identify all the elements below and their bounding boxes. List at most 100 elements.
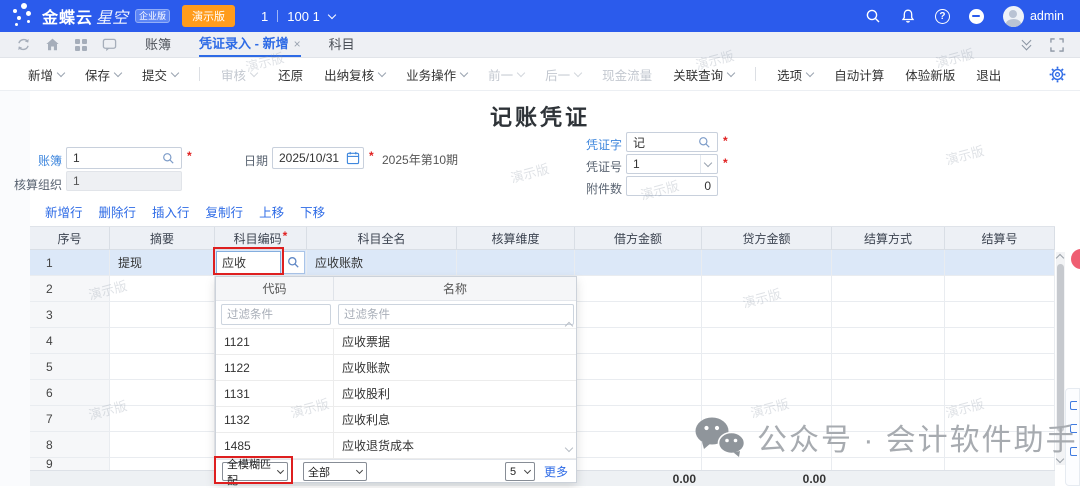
collapse-toolbar-icon[interactable] xyxy=(1023,40,1030,49)
copy-row-link[interactable]: 复制行 xyxy=(206,202,244,221)
grid-cell[interactable] xyxy=(832,458,945,470)
voucher-word-field[interactable]: 记 xyxy=(626,132,718,152)
picker-item[interactable]: 1132应收利息 xyxy=(216,407,576,433)
book-field[interactable]: 1 xyxy=(66,147,182,169)
debit-cell[interactable] xyxy=(575,250,702,275)
toolbar-item[interactable]: 自动计算 xyxy=(834,65,884,84)
code-filter-input[interactable] xyxy=(221,304,331,325)
toolbar-item[interactable]: 选项 xyxy=(777,65,813,84)
scroll-down-icon[interactable] xyxy=(1056,455,1064,463)
grid-cell[interactable] xyxy=(575,354,702,379)
grid-cell[interactable] xyxy=(110,432,215,457)
grid-cell[interactable] xyxy=(702,458,832,470)
grid-cell[interactable] xyxy=(110,276,215,301)
grid-cell[interactable] xyxy=(832,354,945,379)
more-link[interactable]: 更多 xyxy=(544,463,568,480)
scrollbar-thumb[interactable] xyxy=(1057,264,1064,432)
grid-cell[interactable] xyxy=(110,302,215,327)
grid-cell[interactable] xyxy=(110,406,215,431)
grid-cell[interactable] xyxy=(945,380,1055,405)
picker-item[interactable]: 1122应收账款 xyxy=(216,355,576,381)
user-menu[interactable]: admin xyxy=(1003,6,1064,27)
grid-cell[interactable] xyxy=(110,458,215,470)
toolbar-item[interactable]: 还原 xyxy=(278,65,303,84)
credit-cell[interactable] xyxy=(702,250,832,275)
toolbar-item[interactable]: 出纳复核 xyxy=(324,65,385,84)
picker-item[interactable]: 1121应收票据 xyxy=(216,329,576,355)
chevron-down-icon[interactable] xyxy=(704,159,712,167)
lookup-search-icon[interactable] xyxy=(162,152,175,165)
grid-cell[interactable] xyxy=(832,276,945,301)
account-code-input[interactable]: 应收 xyxy=(216,251,281,274)
scope-select[interactable]: 全部 xyxy=(303,462,367,481)
grid-cell[interactable] xyxy=(832,380,945,405)
grid-cell[interactable] xyxy=(110,328,215,353)
grid-cell[interactable] xyxy=(945,458,1055,470)
grid-cell[interactable] xyxy=(702,406,832,431)
refresh-icon[interactable] xyxy=(16,37,31,52)
toolbar-item[interactable]: 提交 xyxy=(142,65,178,84)
voucher-no-field[interactable]: 1 xyxy=(626,154,718,174)
search-icon[interactable] xyxy=(865,8,881,24)
home-icon[interactable] xyxy=(45,37,60,52)
screen-rest-icon[interactable] xyxy=(969,9,984,24)
grid-cell[interactable] xyxy=(575,380,702,405)
grid-cell[interactable] xyxy=(575,406,702,431)
grid-cell[interactable] xyxy=(945,354,1055,379)
grid-cell[interactable] xyxy=(702,432,832,457)
tab-ledger[interactable]: 账簿 xyxy=(145,32,171,57)
grid-cell[interactable] xyxy=(832,432,945,457)
page-size-select[interactable]: 5 xyxy=(505,462,535,481)
delete-row-link[interactable]: 删除行 xyxy=(99,202,137,221)
dimension-cell[interactable] xyxy=(457,250,575,275)
settings-gear-icon[interactable] xyxy=(1049,66,1066,83)
move-down-link[interactable]: 下移 xyxy=(300,202,325,221)
toolbar-item[interactable]: 关联查询 xyxy=(673,65,734,84)
grid-cell[interactable] xyxy=(832,406,945,431)
grid-cell[interactable] xyxy=(575,328,702,353)
picker-item[interactable]: 1131应收股利 xyxy=(216,381,576,407)
floating-panel-partial[interactable] xyxy=(1065,388,1080,486)
move-up-link[interactable]: 上移 xyxy=(259,202,284,221)
toolbar-item[interactable]: 体验新版 xyxy=(905,65,955,84)
account-name-cell[interactable]: 应收账款 xyxy=(307,250,457,275)
grid-cell[interactable] xyxy=(945,328,1055,353)
settlement-no-cell[interactable] xyxy=(945,250,1055,275)
apps-grid-icon[interactable] xyxy=(74,38,88,52)
match-mode-select[interactable]: 全模糊匹配 xyxy=(222,462,288,481)
tab-voucher-entry-new[interactable]: 凭证录入 - 新增 × xyxy=(199,32,301,57)
grid-cell[interactable] xyxy=(945,302,1055,327)
message-icon[interactable] xyxy=(102,37,117,52)
toolbar-item[interactable]: 退出 xyxy=(976,65,1001,84)
grid-cell[interactable] xyxy=(945,276,1055,301)
toolbar-item[interactable]: 业务操作 xyxy=(406,65,467,84)
grid-cell[interactable] xyxy=(832,302,945,327)
grid-cell[interactable] xyxy=(702,380,832,405)
tab-accounts[interactable]: 科目 xyxy=(329,32,355,57)
grid-cell[interactable] xyxy=(575,302,702,327)
toolbar-item[interactable]: 保存 xyxy=(85,65,121,84)
scroll-up-icon[interactable] xyxy=(1056,254,1064,262)
help-icon[interactable]: ? xyxy=(935,9,950,24)
date-field[interactable]: 2025/10/31 xyxy=(272,147,364,169)
grid-cell[interactable] xyxy=(702,302,832,327)
grid-cell[interactable] xyxy=(575,458,702,470)
insert-row-link[interactable]: 插入行 xyxy=(152,202,190,221)
calendar-icon[interactable] xyxy=(346,151,360,165)
tab-close-icon[interactable]: × xyxy=(294,32,301,56)
account-lookup-button[interactable] xyxy=(282,251,305,274)
grid-row-1[interactable]: 1 提现 应收 应收账款 xyxy=(30,250,1055,276)
notifications-bell-icon[interactable] xyxy=(900,8,916,24)
grid-cell[interactable] xyxy=(702,354,832,379)
account-switcher[interactable]: 1 100 1 xyxy=(261,9,335,24)
account-code-cell[interactable]: 应收 xyxy=(215,250,307,275)
summary-cell[interactable]: 提现 xyxy=(110,250,215,275)
name-filter-input[interactable] xyxy=(338,304,574,325)
add-row-link[interactable]: 新增行 xyxy=(45,202,83,221)
grid-cell[interactable] xyxy=(575,276,702,301)
grid-cell[interactable] xyxy=(575,432,702,457)
grid-cell[interactable] xyxy=(945,432,1055,457)
attachments-field[interactable]: 0 xyxy=(626,176,718,196)
fullscreen-icon[interactable] xyxy=(1050,38,1064,52)
grid-cell[interactable] xyxy=(110,380,215,405)
